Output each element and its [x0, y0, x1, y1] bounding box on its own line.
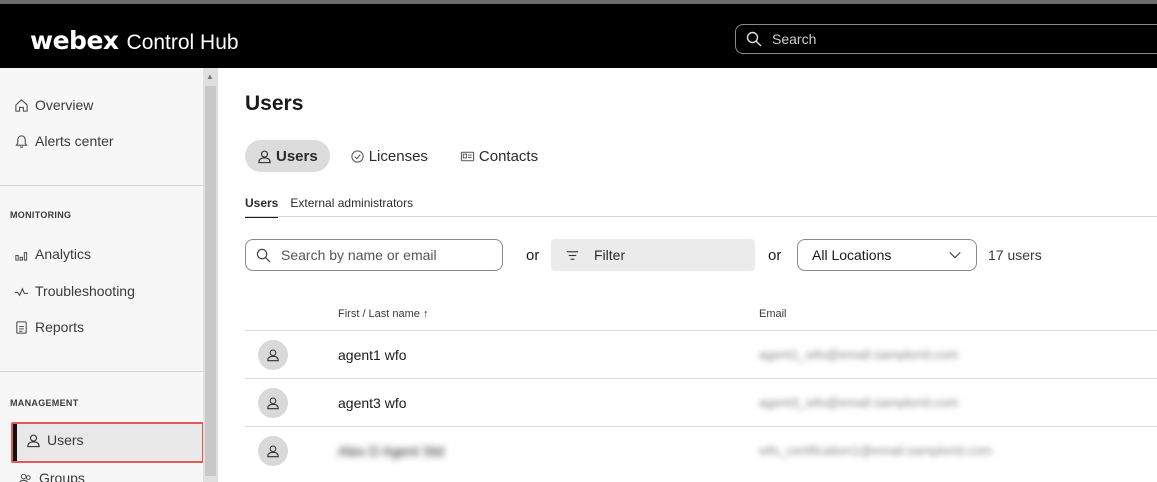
contact-card-icon	[460, 151, 475, 161]
pill-tabs: Users Licenses Contacts	[245, 140, 558, 172]
search-icon	[256, 248, 271, 262]
table-row[interactable]: agent1 wfo agent1_wfo@email.samplorid.co…	[245, 330, 1157, 378]
or-label: or	[768, 247, 782, 264]
sidebar-item-label: Overview	[35, 97, 94, 113]
bar-chart-icon	[15, 251, 28, 261]
table-row[interactable]: Alex D Agent Std wfo_certification1@emai…	[245, 426, 1157, 474]
document-icon	[16, 320, 27, 334]
user-email: agent1_wfo@email.samplorid.com	[759, 347, 959, 362]
location-value: All Locations	[812, 247, 892, 263]
user-name: agent1 wfo	[338, 347, 407, 363]
chevron-down-icon	[949, 252, 961, 259]
tab-licenses[interactable]: Licenses	[338, 140, 440, 172]
table-header: First / Last name ↑ Email	[245, 302, 1157, 330]
sidebar-item-overview[interactable]: Overview	[14, 91, 93, 119]
global-search[interactable]	[735, 24, 1157, 54]
sub-tabs: Users External administrators	[245, 196, 425, 218]
sidebar-divider	[0, 185, 203, 186]
search-icon	[746, 31, 762, 47]
table-row[interactable]: agent3 wfo agent3_wfo@email.samplorid.co…	[245, 378, 1157, 426]
subtab-users[interactable]: Users	[245, 196, 279, 218]
active-indicator	[13, 424, 17, 461]
user-icon	[267, 349, 279, 362]
webex-logo: webex	[30, 26, 119, 55]
filter-button[interactable]: Filter	[551, 239, 755, 271]
subtab-external-administrators[interactable]: External administrators	[290, 196, 413, 218]
location-dropdown[interactable]: All Locations	[797, 239, 977, 271]
sidebar-section-management: MANAGEMENT	[10, 398, 79, 408]
filter-bar: or Filter or All Locations 17 users	[245, 239, 1157, 271]
avatar	[258, 436, 288, 466]
user-count: 17 users	[988, 247, 1042, 263]
subtab-divider	[245, 216, 1157, 217]
pulse-icon	[14, 286, 29, 296]
sidebar-item-label: Reports	[35, 319, 85, 335]
avatar	[258, 340, 288, 370]
or-label: or	[526, 247, 540, 264]
sidebar-item-troubleshooting[interactable]: Troubleshooting	[14, 277, 135, 305]
sidebar-section-monitoring: MONITORING	[10, 210, 72, 220]
tab-users[interactable]: Users	[245, 140, 330, 172]
sidebar-item-label: Analytics	[35, 246, 92, 262]
user-name: Alex D Agent Std	[338, 443, 444, 459]
column-header-name[interactable]: First / Last name ↑	[338, 308, 428, 320]
sidebar: Overview Alerts center MONITORING Analyt…	[0, 68, 218, 482]
home-icon	[15, 98, 28, 112]
tab-label: Licenses	[368, 147, 428, 165]
scrollbar-thumb[interactable]	[205, 86, 216, 476]
user-email: agent3_wfo@email.samplorid.com	[759, 395, 959, 410]
sidebar-scrollbar[interactable]: ▲	[203, 68, 218, 482]
tab-label: Users	[276, 147, 318, 165]
sidebar-item-groups[interactable]: Groups	[18, 464, 85, 482]
sidebar-item-users[interactable]: Users	[26, 426, 84, 454]
column-header-email[interactable]: Email	[759, 308, 787, 320]
global-search-input[interactable]	[772, 31, 1072, 47]
filter-label: Filter	[594, 247, 626, 263]
bell-icon	[15, 134, 28, 148]
sidebar-item-reports[interactable]: Reports	[14, 313, 84, 341]
filter-icon	[566, 250, 579, 260]
sidebar-item-analytics[interactable]: Analytics	[14, 240, 91, 268]
product-name: Control Hub	[126, 31, 239, 54]
main-content: Users Users Licenses Contacts Users Exte…	[218, 68, 1157, 482]
avatar	[258, 388, 288, 418]
user-name: agent3 wfo	[338, 395, 407, 411]
sidebar-item-label: Troubleshooting	[35, 283, 135, 299]
user-search-input[interactable]	[281, 247, 481, 263]
user-icon	[258, 150, 271, 163]
check-circle-icon	[351, 149, 364, 163]
sidebar-item-label: Alerts center	[35, 133, 114, 149]
sidebar-item-label: Groups	[39, 470, 85, 482]
sidebar-divider	[0, 371, 203, 372]
top-bar: webex Control Hub	[0, 0, 1157, 68]
tab-contacts[interactable]: Contacts	[448, 140, 550, 172]
user-icon	[27, 434, 40, 447]
sidebar-item-label: Users	[47, 432, 84, 448]
sidebar-item-alerts-center[interactable]: Alerts center	[14, 127, 114, 155]
scroll-up-icon[interactable]: ▲	[206, 72, 214, 81]
user-icon	[267, 445, 279, 458]
user-search[interactable]	[245, 239, 503, 271]
tab-label: Contacts	[478, 147, 539, 165]
user-icon	[267, 397, 279, 410]
group-icon	[19, 473, 31, 482]
page-title: Users	[245, 92, 304, 115]
user-email: wfo_certification1@email.samplorid.com	[759, 443, 992, 458]
brand[interactable]: webex Control Hub	[30, 26, 239, 55]
